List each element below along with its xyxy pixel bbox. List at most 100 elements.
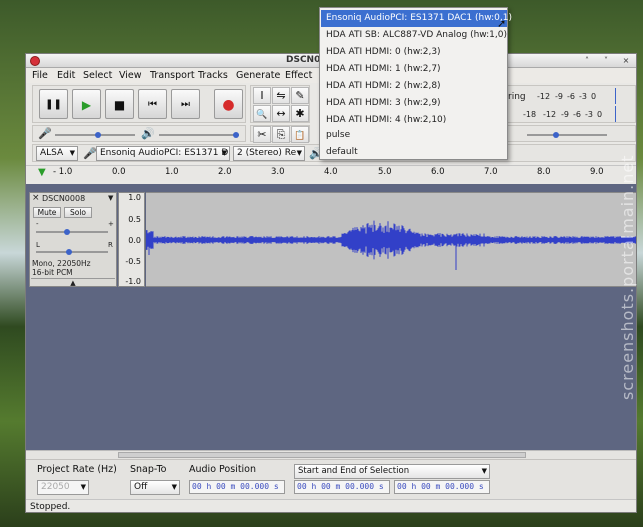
menu-transport[interactable]: Transport xyxy=(150,70,195,81)
microphone-icon: 🎤 xyxy=(83,147,97,160)
timeline-ruler[interactable]: ▼ - 1.0 0.0 1.0 2.0 3.0 4.0 5.0 6.0 7.0 … xyxy=(26,165,636,181)
speaker-icon: 🔊 xyxy=(141,127,155,140)
snap-to-combo[interactable]: Off ▼ xyxy=(130,480,180,495)
skip-to-end-button[interactable]: ⏭ xyxy=(171,89,200,119)
app-icon[interactable] xyxy=(30,56,40,66)
menu-tracks[interactable]: Tracks xyxy=(198,70,228,81)
channels-combo[interactable]: 2 (Stereo) Re ▼ xyxy=(233,146,305,161)
copy-icon: ⎘ xyxy=(277,128,286,141)
device-option[interactable]: default xyxy=(321,144,507,161)
device-option[interactable]: HDA ATI HDMI: 0 (hw:2,3) xyxy=(321,44,507,61)
selection-mode-value: Start and End of Selection xyxy=(298,466,409,476)
mute-button[interactable]: Mute xyxy=(33,207,61,218)
play-speed-knob[interactable] xyxy=(553,132,559,138)
pencil-icon: ✎ xyxy=(295,89,304,102)
skip-end-icon: ⏭ xyxy=(172,90,199,118)
close-track-icon[interactable]: × xyxy=(32,193,40,203)
gain-plus-label: + xyxy=(108,220,114,228)
cut-button[interactable]: ✂ xyxy=(253,126,271,143)
device-option[interactable]: HDA ATI HDMI: 2 (hw:2,8) xyxy=(321,78,507,95)
track-control-panel: × DSCN0008 ▼ Mute Solo - + L R Mono, 220… xyxy=(29,192,117,287)
device-option[interactable]: HDA ATI HDMI: 3 (hw:2,9) xyxy=(321,95,507,112)
microphone-icon: 🎤 xyxy=(38,127,52,140)
ruler-tick: 0.0 xyxy=(112,167,126,177)
device-option[interactable]: pulse xyxy=(321,127,507,144)
selection-toolbar: Project Rate (Hz) 22050 ▼ Snap-To Off ▼ Au… xyxy=(26,459,636,499)
zoom-tool[interactable]: 🔍 xyxy=(253,105,271,122)
vertical-ruler: 1.0 0.5 0.0 -0.5 -1.0 xyxy=(118,192,145,287)
skip-to-start-button[interactable]: ⏮ xyxy=(138,89,167,119)
play-speed-slider[interactable] xyxy=(527,134,607,136)
playback-device-dropdown[interactable]: Ensoniq AudioPCI: ES1371 DAC1 (hw:0,1) H… xyxy=(319,7,508,160)
vscale-label: 1.0 xyxy=(128,193,141,202)
track-panel[interactable]: × DSCN0008 ▼ Mute Solo - + L R Mono, 220… xyxy=(26,184,636,450)
chevron-down-icon: ▼ xyxy=(81,481,86,494)
ruler-tick: 3.0 xyxy=(271,167,285,177)
vscale-label: 0.0 xyxy=(128,236,141,245)
ruler-tick: 4.0 xyxy=(324,167,338,177)
play-button[interactable]: ▶ xyxy=(72,89,101,119)
timeshift-tool[interactable]: ↔ xyxy=(272,105,290,122)
envelope-tool[interactable]: ⇋ xyxy=(272,87,290,104)
draw-tool[interactable]: ✎ xyxy=(291,87,309,104)
rec-meter-tick: -6 xyxy=(573,110,581,119)
horizontal-scrollbar[interactable] xyxy=(26,450,636,459)
tools-toolbar: I ⇋ ✎ 🔍 ↔ ✱ xyxy=(250,85,310,123)
rec-meter-tick: 0 xyxy=(597,110,602,119)
snap-to-value: Off xyxy=(134,482,147,492)
output-volume-knob[interactable] xyxy=(233,132,239,138)
vscale-label: 0.5 xyxy=(128,215,141,224)
menu-effect[interactable]: Effect xyxy=(285,70,312,81)
copy-button[interactable]: ⎘ xyxy=(272,126,290,143)
chevron-down-icon: ▼ xyxy=(172,481,177,494)
stop-button[interactable]: ■ xyxy=(105,89,134,119)
ruler-tick: 7.0 xyxy=(484,167,498,177)
selection-tool[interactable]: I xyxy=(253,87,271,104)
recording-device-combo[interactable]: Ensoniq AudioPCI: ES1371 D ▼ xyxy=(96,146,230,161)
recording-device-value: Ensoniq AudioPCI: ES1371 D xyxy=(100,148,228,158)
device-option[interactable]: HDA ATI SB: ALC887-VD Analog (hw:1,0) xyxy=(321,27,507,44)
record-button[interactable]: ● xyxy=(214,89,243,119)
track-menu-chevron-icon[interactable]: ▼ xyxy=(108,194,113,202)
chevron-down-icon: ▼ xyxy=(70,147,75,160)
audio-host-value: ALSA xyxy=(40,148,63,158)
selection-mode-combo[interactable]: Start and End of Selection ▼ xyxy=(294,464,490,479)
stop-icon: ■ xyxy=(106,90,133,118)
paste-button[interactable]: 📋 xyxy=(291,126,309,143)
menu-select[interactable]: Select xyxy=(83,70,112,81)
gain-knob[interactable] xyxy=(64,229,70,235)
pan-slider[interactable] xyxy=(36,251,108,253)
input-volume-slider[interactable] xyxy=(55,134,135,136)
multi-tool[interactable]: ✱ xyxy=(291,105,309,122)
device-option[interactable]: Ensoniq AudioPCI: ES1371 DAC1 (hw:0,1) xyxy=(321,10,507,27)
menu-generate[interactable]: Generate xyxy=(236,70,280,81)
gain-slider[interactable] xyxy=(36,231,108,233)
maximize-button[interactable]: ˅ xyxy=(600,56,612,66)
waveform-display[interactable] xyxy=(146,192,637,287)
solo-button[interactable]: Solo xyxy=(64,207,92,218)
pan-knob[interactable] xyxy=(66,249,72,255)
play-head-icon[interactable]: ▼ xyxy=(38,167,46,178)
snap-to-label: Snap-To xyxy=(130,464,166,475)
menu-file[interactable]: File xyxy=(32,70,48,81)
audio-position-field[interactable]: 00 h 00 m 00.000 s xyxy=(189,480,285,494)
selection-end-field[interactable]: 00 h 00 m 00.000 s xyxy=(394,480,490,494)
pause-button[interactable]: ❚❚ xyxy=(39,89,68,119)
vscale-label: -0.5 xyxy=(125,257,141,266)
selection-start-field[interactable]: 00 h 00 m 00.000 s xyxy=(294,480,390,494)
menu-view[interactable]: View xyxy=(119,70,142,81)
meter-toolbar: ring -12 -9 -6 -3 0 -18 -12 -9 -6 -3 0 xyxy=(506,85,636,123)
audio-host-combo[interactable]: ALSA ▼ xyxy=(36,146,78,161)
scrollbar-thumb[interactable] xyxy=(118,452,526,458)
project-rate-combo[interactable]: 22050 ▼ xyxy=(37,480,89,495)
menu-edit[interactable]: Edit xyxy=(57,70,75,81)
track-name-button[interactable]: DSCN0008 xyxy=(42,194,85,203)
output-volume-slider[interactable] xyxy=(159,134,239,136)
play-meter-marker xyxy=(615,88,616,104)
device-option[interactable]: HDA ATI HDMI: 1 (hw:2,7) xyxy=(321,61,507,78)
ruler-tick: 5.0 xyxy=(378,167,392,177)
minimize-button[interactable]: ˄ xyxy=(581,56,593,66)
close-window-button[interactable]: × xyxy=(620,56,632,66)
collapse-track-button[interactable]: ▲ xyxy=(31,278,115,287)
input-volume-knob[interactable] xyxy=(95,132,101,138)
